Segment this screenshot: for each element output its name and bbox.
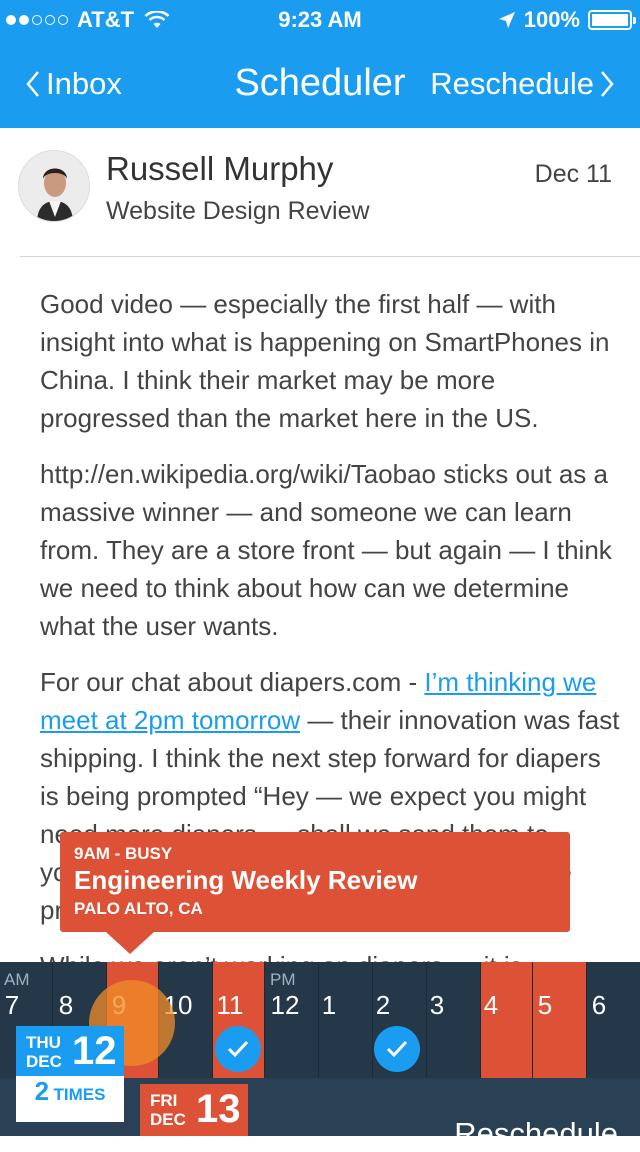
status-bar: AT&T 9:23 AM 100% <box>0 0 640 40</box>
check-icon[interactable] <box>215 1026 261 1072</box>
hour-label[interactable]: 4 <box>465 990 517 1021</box>
day-dow: FRI <box>150 1091 178 1110</box>
event-time: 9AM - BUSY <box>74 844 173 863</box>
pm-label: PM <box>270 970 296 989</box>
body-text: For our chat about diapers.com - <box>40 667 425 697</box>
avatar-image <box>19 151 89 221</box>
reschedule-bottom-button[interactable]: Reschedule <box>454 1116 618 1152</box>
am-label: AM <box>4 970 30 989</box>
body-paragraph: Good video — especially the first half —… <box>40 289 610 433</box>
hour-label[interactable]: 11 <box>204 990 256 1021</box>
times-label: TIMES <box>53 1085 106 1104</box>
day-month: DEC <box>150 1110 186 1129</box>
day-selected[interactable]: THU DEC 12 <box>16 1026 124 1076</box>
divider <box>20 256 640 257</box>
location-arrow-icon <box>498 12 515 28</box>
hour-label[interactable]: 3 <box>411 990 463 1021</box>
hour-label[interactable]: 1 <box>303 990 355 1021</box>
day-month: DEC <box>26 1052 62 1071</box>
day-number: 12 <box>72 1029 117 1073</box>
day-next[interactable]: FRI DEC 13 <box>140 1084 248 1136</box>
event-location: PALO ALTO, CA <box>74 899 203 918</box>
avatar[interactable] <box>18 150 90 222</box>
times-count: 2 <box>34 1076 50 1106</box>
event-tooltip[interactable]: 9AM - BUSY Engineering Weekly Review PAL… <box>60 832 570 954</box>
battery-percent: 100% <box>523 7 580 32</box>
reschedule-button-label: Reschedule <box>430 66 594 101</box>
email-date: Dec 11 <box>534 160 612 188</box>
times-badge[interactable]: 2 TIMES <box>16 1076 124 1122</box>
hour-label[interactable]: 5 <box>519 990 571 1021</box>
day-number: 13 <box>196 1087 241 1131</box>
hour-label[interactable]: 2 <box>357 990 409 1021</box>
header-bar: AT&T 9:23 AM 100% Inbox Scheduler Resche… <box>0 0 640 128</box>
reschedule-bottom-label: Reschedule <box>454 1116 618 1151</box>
chevron-right-icon <box>601 71 614 97</box>
body-paragraph: http://en.wikipedia.org/wiki/Taobao stic… <box>40 459 612 641</box>
day-dow: THU <box>26 1033 61 1052</box>
hour-label[interactable]: 7 <box>0 990 38 1021</box>
reschedule-button[interactable]: Reschedule <box>430 66 618 102</box>
check-icon[interactable] <box>374 1026 420 1072</box>
event-title: Engineering Weekly Review <box>74 865 418 895</box>
battery-icon <box>588 10 636 30</box>
hour-label[interactable]: 8 <box>40 990 92 1021</box>
hour-label[interactable]: 6 <box>573 990 625 1021</box>
email-subject: Website Design Review <box>106 197 370 225</box>
sender-name: Russell Murphy <box>106 150 334 187</box>
